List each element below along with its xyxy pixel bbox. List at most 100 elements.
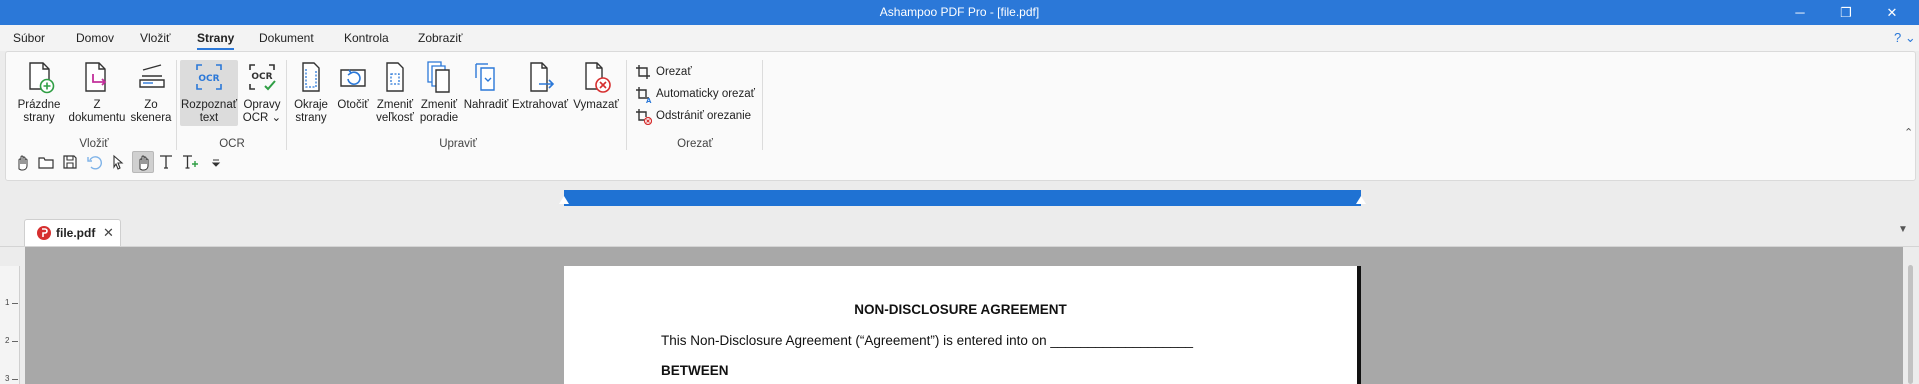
tab-vlozit[interactable]: Vložiť	[140, 25, 171, 51]
blank-pages-label-2: strany	[23, 112, 55, 124]
group-orezat: Orezať A Automaticky orezať Odstrániť or…	[628, 56, 762, 150]
pdf-file-icon	[37, 226, 51, 240]
select-arrow-icon[interactable]	[108, 152, 128, 172]
recognize-text-button[interactable]: OCR Rozpoznať text	[180, 60, 238, 126]
resize-label-1: Zmeniť	[376, 99, 414, 111]
replace-page-icon	[475, 63, 495, 91]
vruler-tick	[12, 379, 18, 380]
blank-pages-label-1: Prázdne	[17, 99, 61, 111]
pdf-page[interactable]: NON-DISCLOSURE AGREEMENT This Non-Disclo…	[564, 266, 1361, 384]
group-label-ocr: OCR	[219, 138, 245, 150]
group-divider	[762, 60, 763, 150]
pan-hand-icon[interactable]	[132, 151, 154, 173]
vruler-tick	[12, 303, 18, 304]
group-label-orezat: Orezať	[677, 138, 713, 150]
vruler-number: 1	[5, 298, 10, 307]
scanner-icon	[139, 64, 165, 88]
crop-label: Orezať	[656, 66, 692, 78]
window-title: Ashampoo PDF Pro - [file.pdf]	[879, 5, 1040, 19]
auto-crop-button[interactable]: A Automaticky orezať	[632, 84, 755, 104]
replace-button[interactable]: Nahradiť	[462, 60, 510, 112]
rotate-button[interactable]: Otočiť	[333, 60, 373, 112]
auto-crop-label: Automaticky orezať	[656, 88, 755, 100]
from-scanner-label-1: Zo	[144, 99, 158, 111]
delete-page-icon	[585, 62, 611, 93]
left-margin-marker[interactable]	[559, 196, 569, 204]
document-intro-line: This Non-Disclosure Agreement (“Agreemen…	[661, 333, 1194, 348]
open-folder-icon[interactable]	[36, 152, 56, 172]
hand-tool-icon[interactable]	[12, 152, 32, 172]
close-window-button[interactable]: ✕	[1869, 0, 1915, 25]
vertical-ruler: 1 2 3	[0, 266, 20, 384]
ocr-corrections-button[interactable]: OCR Opravy OCR ⌄	[240, 60, 284, 125]
collapse-ribbon-button[interactable]: ⌃	[1904, 126, 1913, 139]
group-ocr: OCR Rozpoznať text OCR Opravy OCR ⌄ OCR	[178, 56, 286, 150]
tab-kontrola[interactable]: Kontrola	[344, 25, 389, 51]
group-label-vlozit: Vložiť	[79, 138, 109, 150]
delete-label: Vymazať	[573, 99, 619, 111]
add-text-icon[interactable]	[180, 152, 200, 172]
extract-page-icon	[530, 62, 555, 92]
remove-crop-icon	[636, 109, 652, 125]
page-margins-label-2: strany	[295, 112, 327, 124]
tab-subor[interactable]: Súbor	[13, 25, 45, 51]
from-scanner-button[interactable]: Zo skenera	[126, 60, 176, 125]
group-divider	[286, 60, 287, 150]
recognize-text-label-2: text	[199, 112, 219, 124]
recognize-text-label-1: Rozpoznať	[180, 99, 238, 111]
tab-domov[interactable]: Domov	[76, 25, 114, 51]
close-tab-icon[interactable]: ✕	[103, 220, 114, 246]
svg-text:OCR: OCR	[198, 74, 219, 84]
help-button[interactable]: ? ⌄	[1894, 25, 1916, 51]
restore-button[interactable]: ❐	[1823, 0, 1869, 25]
customize-toolbar-icon[interactable]	[206, 152, 226, 172]
remove-crop-button[interactable]: Odstrániť orezanie	[632, 106, 751, 126]
from-document-label-1: Z	[93, 99, 101, 111]
resize-button[interactable]: Zmeniť veľkosť	[374, 60, 416, 125]
document-heading: NON-DISCLOSURE AGREEMENT	[854, 302, 1067, 317]
vruler-number: 3	[5, 374, 10, 383]
undo-icon[interactable]	[84, 152, 104, 172]
ocr-corrections-icon: OCR	[249, 64, 276, 91]
page-margins-icon	[302, 62, 320, 92]
title-bar: Ashampoo PDF Pro - [file.pdf] ─ ❐ ✕	[0, 0, 1919, 25]
extract-button[interactable]: Extrahovať	[511, 60, 569, 112]
crop-button[interactable]: Orezať	[632, 62, 692, 82]
reorder-button[interactable]: Zmeniť poradie	[417, 60, 461, 125]
tab-list-dropdown[interactable]: ▼	[1898, 224, 1908, 235]
rotate-icon	[340, 69, 366, 87]
document-tab-strip: file.pdf ✕ ▼	[0, 218, 1919, 247]
ocr-corrections-label-1: Opravy	[243, 99, 281, 111]
right-margin-marker[interactable]	[1356, 196, 1366, 204]
group-label-upravit: Upraviť	[439, 138, 477, 150]
vertical-scrollbar[interactable]	[1903, 247, 1919, 384]
reorder-pages-icon	[427, 61, 450, 93]
crop-icon	[636, 65, 650, 79]
menu-bar: Súbor Domov Vložiť Strany Dokument Kontr…	[0, 25, 1919, 51]
text-tool-icon[interactable]	[156, 152, 176, 172]
replace-label: Nahradiť	[463, 99, 509, 111]
tab-file-pdf[interactable]: file.pdf ✕	[24, 219, 121, 246]
blank-pages-button[interactable]: Prázdne strany	[12, 60, 66, 125]
reorder-label-2: poradie	[419, 112, 459, 124]
tab-dokument[interactable]: Dokument	[259, 25, 314, 51]
from-document-button[interactable]: Z dokumentu	[66, 60, 128, 125]
resize-label-2: veľkosť	[376, 112, 414, 124]
page-margins-label-1: Okraje	[294, 99, 328, 111]
scrollbar-thumb[interactable]	[1908, 265, 1913, 384]
tab-zobrazit[interactable]: Zobraziť	[418, 25, 463, 51]
page-margins-button[interactable]: Okraje strany	[290, 60, 332, 125]
delete-button[interactable]: Vymazať	[571, 60, 621, 112]
horizontal-ruler[interactable]	[564, 190, 1361, 206]
minimize-button[interactable]: ─	[1777, 0, 1823, 25]
vruler-number: 2	[5, 336, 10, 345]
group-divider	[176, 60, 177, 150]
ocr-recognize-icon: OCR	[196, 64, 222, 90]
extract-label: Extrahovať	[511, 99, 569, 111]
from-scanner-label-2: skenera	[130, 112, 172, 124]
reorder-label-1: Zmeniť	[420, 99, 458, 111]
save-icon[interactable]	[60, 152, 80, 172]
tab-strany[interactable]: Strany	[197, 25, 235, 51]
tab-file-name: file.pdf	[56, 226, 96, 240]
svg-text:A: A	[646, 97, 652, 103]
